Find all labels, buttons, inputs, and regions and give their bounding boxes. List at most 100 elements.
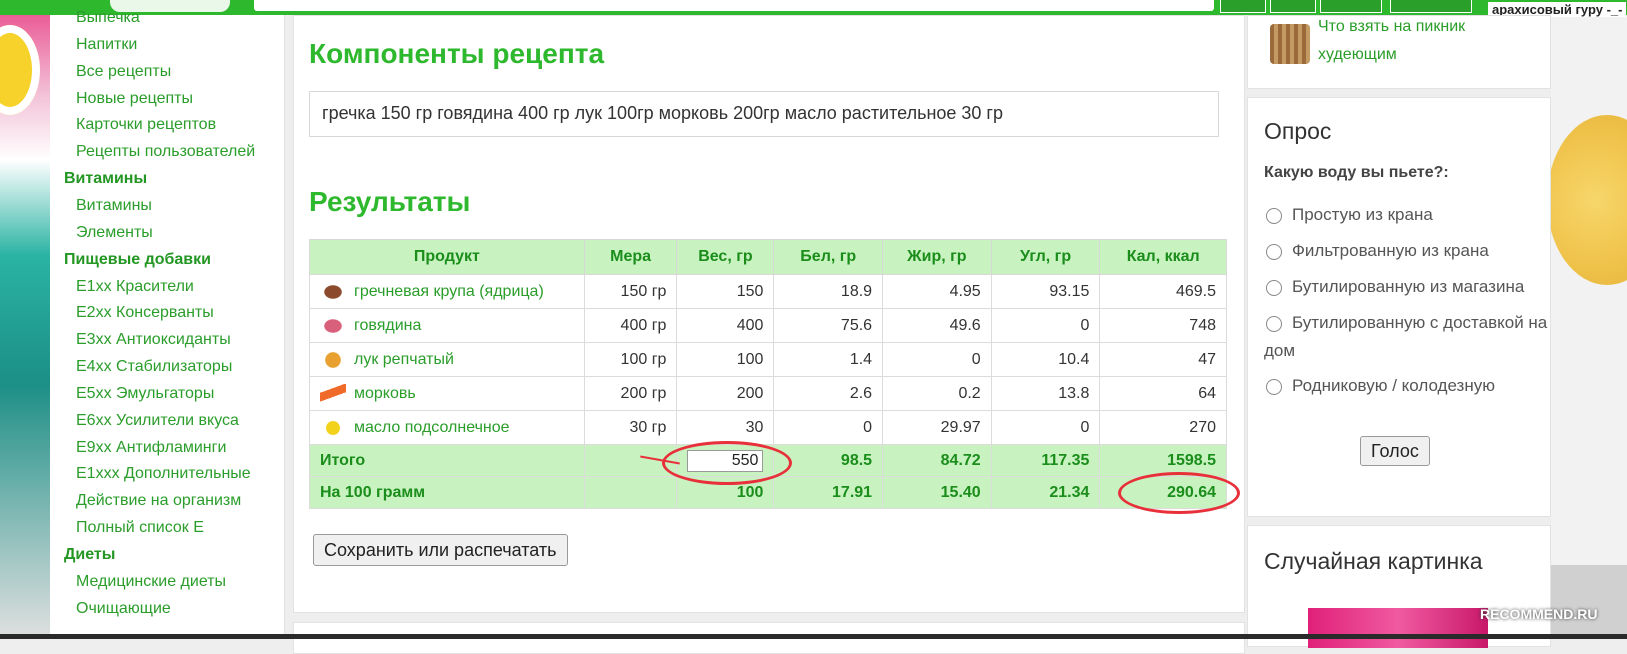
sidebar-item[interactable]: E4xx Стабилизаторы [76, 358, 232, 376]
poll-option-label: Родниковую / колодезную [1292, 376, 1495, 395]
sidebar-item[interactable]: Витамины [76, 197, 152, 215]
measure-cell: 150 гр [583, 274, 678, 309]
sidebar-item[interactable]: E5xx Эмульгаторы [76, 385, 214, 403]
table-header-row: Продукт Мера Вес, гр Бел, гр Жир, гр Угл… [309, 239, 1227, 275]
decor-shape [1551, 565, 1627, 639]
weight-cell: 150 [676, 274, 775, 309]
sidebar-category[interactable]: Витамины [64, 170, 147, 188]
random-picture-image[interactable] [1308, 608, 1488, 648]
kcal-cell: 270 [1099, 410, 1227, 445]
radio-button[interactable] [1266, 378, 1282, 395]
random-picture-title: Случайная картинка [1264, 548, 1483, 574]
kcal-cell: 748 [1099, 308, 1227, 343]
onion-icon [320, 349, 346, 370]
beef-icon [320, 315, 346, 336]
sidebar-item[interactable]: Очищающие [76, 600, 171, 618]
sidebar-item[interactable]: E3xx Антиоксиданты [76, 331, 231, 349]
sidebar-item[interactable]: Новые рецепты [76, 90, 193, 108]
picnic-widget: Что взять на пикник худеющим [1247, 15, 1551, 89]
poll-title: Опрос [1264, 118, 1332, 144]
column-header: Жир, гр [882, 239, 992, 275]
total-label: Итого [309, 444, 585, 477]
radio-button[interactable] [1266, 243, 1282, 260]
fat-cell: 0.2 [882, 376, 992, 411]
poll-option[interactable]: Бутилированную с доставкой на дом [1264, 309, 1554, 365]
measure-cell: 30 гр [583, 410, 678, 445]
sidebar-item[interactable]: E1xx Красители [76, 278, 194, 296]
left-sidebar: Выпечка Напитки Все рецепты Новые рецепты Ка… [50, 9, 285, 639]
total-kcal: 1598.5 [1099, 444, 1227, 477]
measure-cell: 200 гр [583, 376, 678, 411]
bottom-edge [0, 634, 1627, 639]
poll-option[interactable]: Родниковую / колодезную [1264, 372, 1554, 400]
sidebar-item[interactable]: Выпечка [76, 9, 140, 27]
sidebar-item[interactable]: Рецепты пользователей [76, 143, 255, 161]
product-link[interactable]: масло подсолнечное [354, 419, 510, 436]
product-link[interactable]: гречневая крупа (ядрица) [354, 283, 544, 300]
results-title: Результаты [309, 186, 471, 217]
weight-cell: 400 [676, 308, 775, 343]
vote-button[interactable]: Голос [1360, 436, 1430, 466]
radio-button[interactable] [1266, 279, 1282, 296]
poll-option[interactable]: Бутилированную из магазина [1264, 273, 1554, 301]
picnic-article-link[interactable]: Что взять на пикник худеющим [1318, 13, 1538, 69]
save-print-button[interactable]: Сохранить или распечатать [313, 534, 568, 566]
product-cell: лук репчатый [309, 342, 585, 377]
column-header: Бел, гр [773, 239, 884, 275]
per100-carbs: 21.34 [990, 476, 1101, 509]
fat-cell: 49.6 [882, 308, 992, 343]
total-row: Итого 98.5 84.72 117.35 1598.5 [309, 444, 1227, 477]
picnic-basket-image[interactable] [1270, 24, 1310, 64]
total-protein: 98.5 [773, 444, 884, 477]
header-button[interactable] [1390, 0, 1472, 13]
product-link[interactable]: морковь [354, 385, 416, 402]
sidebar-item[interactable]: Элементы [76, 224, 153, 242]
carbs-cell: 93.15 [990, 274, 1101, 309]
poll-widget: Опрос Какую воду вы пьете?: Простую из к… [1247, 97, 1551, 517]
sidebar-item[interactable]: E1xxx Дополнительные [76, 465, 251, 483]
header-button[interactable] [1270, 0, 1316, 13]
poll-option[interactable]: Фильтрованную из крана [1264, 237, 1554, 265]
radio-button[interactable] [1266, 207, 1282, 224]
carbs-cell: 13.8 [990, 376, 1101, 411]
total-carbs: 117.35 [990, 444, 1101, 477]
kcal-cell: 469.5 [1099, 274, 1227, 309]
sidebar-category[interactable]: Пищевые добавки [64, 251, 211, 269]
product-cell: гречневая крупа (ядрица) [309, 274, 585, 309]
product-cell: говядина [309, 308, 585, 343]
sidebar-item[interactable]: Медицинские диеты [76, 573, 226, 591]
radio-button[interactable] [1266, 315, 1282, 332]
background-decoration-left [0, 0, 50, 639]
per100-label: На 100 грамм [309, 476, 585, 509]
total-weight-input[interactable] [687, 449, 764, 472]
carbs-cell: 0 [990, 308, 1101, 343]
sidebar-item[interactable]: Напитки [76, 36, 137, 54]
sidebar-item[interactable]: Действие на организм [76, 492, 241, 510]
poll-option-label: Простую из крана [1292, 205, 1433, 224]
sidebar-item[interactable]: E2xx Консерванты [76, 304, 214, 322]
poll-option[interactable]: Простую из крана [1264, 201, 1554, 229]
fat-cell: 4.95 [882, 274, 992, 309]
product-cell: морковь [309, 376, 585, 411]
sidebar-category[interactable]: Диеты [64, 546, 115, 564]
protein-cell: 2.6 [773, 376, 884, 411]
components-textarea[interactable]: гречка 150 гр говядина 400 гр лук 100гр … [309, 91, 1219, 137]
product-link[interactable]: говядина [354, 317, 421, 334]
decor-shape [1547, 115, 1627, 285]
main-content: Компоненты рецепта гречка 150 гр говядин… [293, 15, 1245, 613]
per100-weight: 100 [676, 476, 775, 509]
carrot-icon [320, 383, 346, 404]
poll-option-label: Фильтрованную из крана [1292, 241, 1489, 260]
sidebar-item[interactable]: Все рецепты [76, 63, 171, 81]
weight-cell: 100 [676, 342, 775, 377]
sidebar-item[interactable]: Карточки рецептов [76, 116, 216, 134]
header-button[interactable] [1220, 0, 1266, 13]
search-input[interactable] [254, 0, 1214, 11]
product-link[interactable]: лук репчатый [354, 351, 454, 368]
sidebar-item[interactable]: Полный список Е [76, 519, 204, 537]
header-button[interactable] [1320, 0, 1382, 13]
protein-cell: 1.4 [773, 342, 884, 377]
sidebar-item[interactable]: E6xx Усилители вкуса [76, 412, 239, 430]
total-fat: 84.72 [882, 444, 992, 477]
sidebar-item[interactable]: E9xx Антифламинги [76, 439, 226, 457]
